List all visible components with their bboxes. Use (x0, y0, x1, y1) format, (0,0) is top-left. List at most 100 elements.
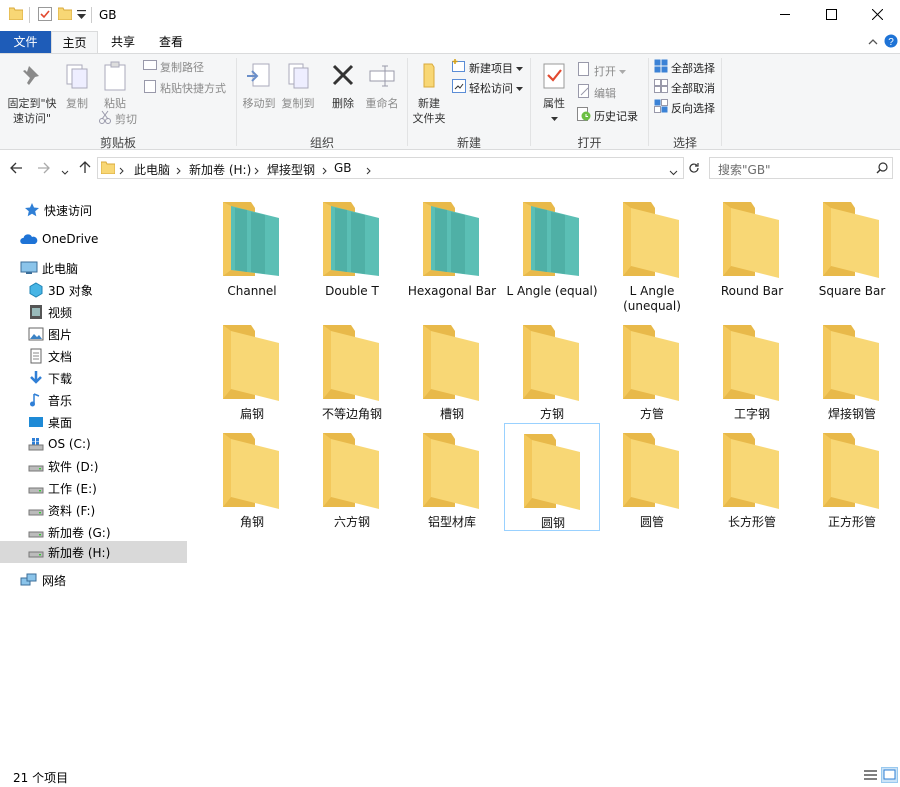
tab-share[interactable]: 共享 (98, 31, 148, 53)
address-bar[interactable]: 此电脑 新加卷 (H:) 焊接型钢 GB (97, 157, 684, 179)
nav-documents[interactable]: 文档 (0, 345, 187, 367)
folder-item[interactable]: 六方钢 (304, 431, 400, 531)
folder-item[interactable]: 铝型材库 (404, 431, 500, 531)
new-folder-button[interactable]: 新建 文件夹 (410, 60, 448, 126)
paste-shortcut-button[interactable]: 粘贴快捷方式 (143, 79, 226, 99)
folder-icon (221, 323, 283, 401)
tab-file[interactable]: 文件 (0, 31, 51, 53)
paste-button[interactable]: 粘贴 (98, 60, 132, 111)
properties-quick-icon[interactable] (38, 7, 52, 24)
edit-button[interactable]: 编辑 (577, 84, 616, 104)
nav-network[interactable]: 网络 (0, 569, 187, 591)
copy-path-button[interactable]: 复制路径 (143, 59, 204, 77)
folder-item[interactable]: 不等边角钢 (304, 323, 400, 423)
breadcrumb-welded-steel[interactable]: 焊接型钢 (267, 161, 315, 178)
nav-3d-objects[interactable]: 3D 对象 (0, 279, 187, 301)
breadcrumb-drive-h[interactable]: 新加卷 (H:) (189, 161, 251, 178)
copy-button[interactable]: 复制 (62, 60, 92, 111)
select-none-button[interactable]: 全部取消 (654, 79, 715, 99)
select-none-icon (654, 79, 668, 99)
details-view-icon[interactable] (864, 770, 877, 784)
nav-drive-c[interactable]: OS (C:) (0, 433, 187, 455)
invert-selection-button[interactable]: 反向选择 (654, 99, 715, 119)
forward-icon[interactable] (37, 162, 50, 177)
folder-item[interactable]: 焊接钢管 (804, 323, 900, 423)
tab-view[interactable]: 查看 (148, 31, 194, 53)
folder-item[interactable]: 方管 (604, 323, 700, 423)
folder-icon (621, 200, 683, 278)
easy-access-button[interactable]: 轻松访问 (452, 79, 523, 99)
breadcrumb-separator-icon[interactable] (254, 164, 259, 178)
nav-downloads[interactable]: 下载 (0, 367, 187, 389)
maximize-button[interactable] (808, 0, 854, 31)
nav-pictures[interactable]: 图片 (0, 323, 187, 345)
tab-home[interactable]: 主页 (51, 31, 98, 54)
nav-drive-f[interactable]: 资料 (F:) (0, 499, 187, 521)
folder-item[interactable]: 圆管 (604, 431, 700, 531)
help-icon[interactable]: ? (884, 34, 898, 51)
folder-item[interactable]: Channel (204, 200, 300, 300)
nav-drive-e[interactable]: 工作 (E:) (0, 477, 187, 499)
collapse-ribbon-icon[interactable] (868, 36, 878, 50)
folder-item[interactable]: 方钢 (504, 323, 600, 423)
nav-videos[interactable]: 视频 (0, 301, 187, 323)
large-icons-view-icon[interactable] (881, 767, 898, 783)
nav-drive-h[interactable]: 新加卷 (H:) (0, 541, 187, 563)
paste-label: 粘贴 (104, 97, 126, 110)
folder-item[interactable]: Hexagonal Bar (404, 200, 500, 300)
nav-drive-g[interactable]: 新加卷 (G:) (0, 521, 187, 543)
new-folder-label: 新建 文件夹 (412, 97, 446, 125)
delete-button[interactable]: 删除 (328, 60, 358, 111)
minimize-button[interactable] (762, 0, 808, 31)
folder-item[interactable]: L Angle (equal) (504, 200, 600, 300)
folder-item[interactable]: 扁钢 (204, 323, 300, 423)
scissors-icon (98, 110, 112, 130)
address-dropdown-icon[interactable] (669, 165, 678, 179)
drive-icon (28, 524, 44, 540)
search-box[interactable]: 搜索"GB" (709, 157, 893, 179)
move-to-button[interactable]: 移动到 (240, 60, 278, 111)
search-icon[interactable] (876, 162, 888, 177)
rename-button[interactable]: 重命名 (362, 60, 402, 111)
refresh-icon[interactable] (688, 162, 700, 177)
folder-icon (421, 431, 483, 509)
breadcrumb-this-pc[interactable]: 此电脑 (134, 161, 170, 178)
folder-item[interactable]: 正方形管 (804, 431, 900, 531)
nav-music[interactable]: 音乐 (0, 389, 187, 411)
nav-drive-d[interactable]: 软件 (D:) (0, 455, 187, 477)
folder-item[interactable]: Double T (304, 200, 400, 300)
nav-quick-access[interactable]: 快速访问 (0, 199, 187, 221)
up-icon[interactable] (79, 161, 91, 177)
copy-to-button[interactable]: 复制到 (280, 60, 316, 111)
select-all-icon (654, 59, 668, 79)
pin-quick-access-button[interactable]: 固定到"快 速访问" (4, 60, 60, 126)
new-folder-quick-icon[interactable] (57, 7, 73, 23)
recent-locations-icon[interactable] (61, 165, 69, 179)
close-button[interactable] (854, 0, 900, 31)
nav-desktop[interactable]: 桌面 (0, 411, 187, 433)
folder-item[interactable]: Square Bar (804, 200, 900, 300)
history-button[interactable]: 历史记录 (577, 107, 638, 127)
nav-onedrive[interactable]: OneDrive (0, 228, 187, 250)
breadcrumb-separator-icon[interactable] (176, 164, 181, 178)
folder-item[interactable]: Round Bar (704, 200, 800, 300)
nav-this-pc[interactable]: 此电脑 (0, 257, 187, 279)
breadcrumb-separator-icon[interactable] (119, 164, 124, 178)
nav-label: 工作 (E:) (48, 481, 97, 496)
properties-button[interactable]: 属性 (536, 60, 572, 126)
breadcrumb-gb[interactable]: GB (334, 161, 352, 175)
folder-item[interactable]: 工字钢 (704, 323, 800, 423)
open-button[interactable]: 打开 (577, 62, 626, 82)
cut-button[interactable]: 剪切 (98, 110, 137, 130)
folder-item[interactable]: 圆钢 (504, 423, 600, 531)
back-icon[interactable] (10, 162, 23, 177)
folder-item[interactable]: L Angle (unequal) (604, 200, 700, 313)
breadcrumb-separator-icon[interactable] (366, 164, 371, 178)
customize-toolbar-icon[interactable] (77, 9, 86, 23)
select-all-button[interactable]: 全部选择 (654, 59, 715, 79)
folder-item[interactable]: 角钢 (204, 431, 300, 531)
breadcrumb-separator-icon[interactable] (322, 164, 327, 178)
folder-item[interactable]: 槽钢 (404, 323, 500, 423)
folder-item[interactable]: 长方形管 (704, 431, 800, 531)
new-item-button[interactable]: 新建项目 (452, 59, 523, 79)
